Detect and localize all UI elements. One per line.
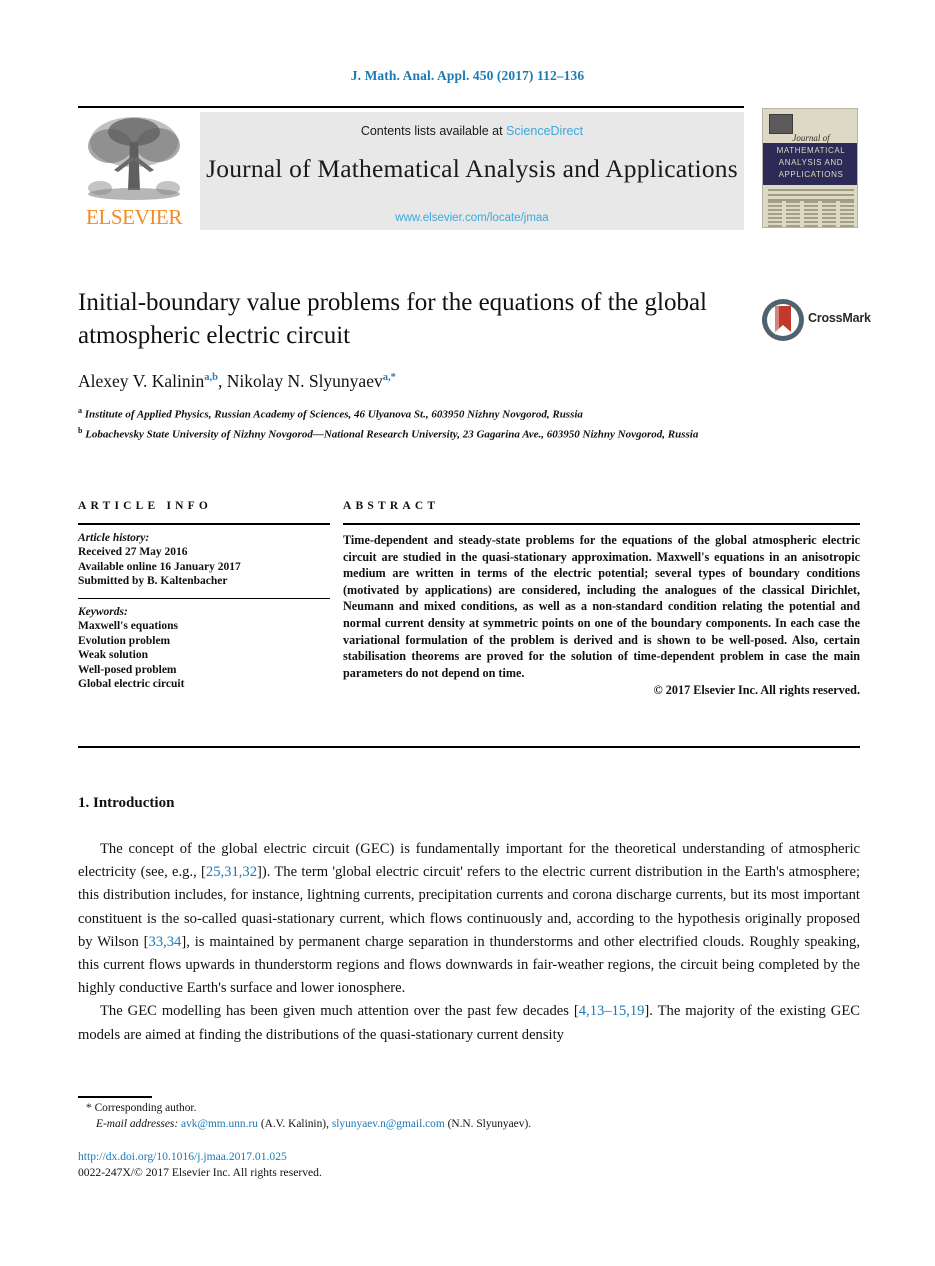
crossmark-icon [762, 299, 804, 341]
cover-band-line-2: ANALYSIS AND [778, 158, 844, 167]
journal-masthead: ELSEVIER Contents lists available at Sci… [78, 106, 858, 230]
elsevier-logo: ELSEVIER [80, 112, 188, 230]
elsevier-wordmark: ELSEVIER [86, 205, 182, 229]
keyword-item: Evolution problem [78, 634, 171, 647]
author-list: Alexey V. Kalinina,b, Nikolay N. Slyunya… [78, 371, 778, 392]
article-history-submitted: Submitted by B. Kaltenbacher [78, 575, 228, 587]
keywords-label: Keywords: [78, 606, 128, 618]
paragraph-2: The GEC modelling has been given much at… [78, 1000, 860, 1046]
email-link-1[interactable]: avk@mm.unn.ru [181, 1118, 258, 1130]
email-owner-2: (N.N. Slyunyaev). [447, 1117, 532, 1130]
citation-link[interactable]: 4,13–15,19 [579, 1003, 645, 1019]
footnotes: * Corresponding author. E-mail addresses… [78, 1101, 860, 1132]
abstract-heading: ABSTRACT [343, 500, 440, 512]
article-info-column: ARTICLE INFO Article history: Received 2… [78, 500, 330, 692]
imprint: http://dx.doi.org/10.1016/j.jmaa.2017.01… [78, 1149, 678, 1180]
masthead-top-rule [78, 106, 744, 108]
keywords-rule [78, 597, 330, 599]
corresponding-marker: * [86, 1102, 92, 1114]
cover-toc-columns [768, 201, 854, 227]
cover-band-line-3: APPLICATIONS [778, 170, 844, 179]
paragraph-1: The concept of the global electric circu… [78, 838, 860, 1000]
contents-available-line: Contents lists available at ScienceDirec… [200, 124, 744, 138]
crossmark-badge[interactable]: CrossMark [760, 297, 871, 345]
author-2-affiliation-marker[interactable]: a,* [383, 372, 396, 383]
affiliation-a-marker: a [78, 406, 82, 415]
body-text: The concept of the global electric circu… [78, 838, 860, 1047]
affiliation-a-text: Institute of Applied Physics, Russian Ac… [84, 408, 583, 421]
cover-publisher-mark [769, 114, 793, 134]
contents-prefix: Contents lists available at [360, 124, 507, 138]
doi-link[interactable]: http://dx.doi.org/10.1016/j.jmaa.2017.01… [78, 1149, 678, 1165]
abstract-text: Time-dependent and steady-state problems… [343, 533, 860, 680]
email-label: E-mail addresses: [96, 1117, 179, 1130]
author-1-affiliation-marker[interactable]: a,b [204, 372, 218, 383]
article-title: Initial-boundary value problems for the … [78, 289, 707, 349]
author-name-2: Nikolay N. Slyunyaev [226, 371, 383, 391]
article-history-available: Available online 16 January 2017 [78, 560, 241, 573]
affiliation-b: b Lobachevsky State University of Nizhny… [78, 424, 778, 442]
citation-link[interactable]: 33,34 [149, 934, 182, 950]
article-info-heading: ARTICLE INFO [78, 500, 213, 512]
affiliation-b-text: Lobachevsky State University of Nizhny N… [85, 428, 699, 441]
abstract-copyright: © 2017 Elsevier Inc. All rights reserved… [653, 683, 860, 698]
keyword-item: Maxwell's equations [78, 620, 178, 632]
crossmark-label: CrossMark [808, 311, 871, 325]
footnote-rule [78, 1096, 152, 1098]
section-divider-rule [78, 746, 860, 748]
journal-title: Journal of Mathematical Analysis and App… [206, 154, 738, 183]
title-block: Initial-boundary value problems for the … [78, 286, 738, 352]
article-info-rule [78, 523, 330, 525]
affiliation-a: a Institute of Applied Physics, Russian … [78, 404, 778, 422]
cover-band-line-1: MATHEMATICAL [776, 146, 846, 155]
cover-title-band: MATHEMATICAL ANALYSIS AND APPLICATIONS [763, 143, 857, 185]
journal-url-link[interactable]: www.elsevier.com/locate/jmaa [200, 212, 744, 224]
cover-script-word: Journal of [792, 133, 830, 143]
journal-cover-thumbnail[interactable]: Journal of MATHEMATICAL ANALYSIS AND APP… [762, 108, 858, 228]
para1-text-3: ], is maintained by permanent charge sep… [78, 933, 860, 997]
citation-link[interactable]: 25,31,32 [206, 864, 257, 880]
corresponding-text: Corresponding author. [94, 1102, 197, 1114]
affiliation-b-marker: b [78, 425, 83, 435]
para2-text-1: The GEC modelling has been given much at… [100, 1003, 579, 1020]
email-owner-1: (A.V. Kalinin), [260, 1117, 329, 1130]
article-history-label: Article history: [78, 532, 150, 544]
elsevier-tree-icon [84, 112, 184, 204]
article-first-page: J. Math. Anal. Appl. 450 (2017) 112–136 [0, 0, 935, 1266]
abstract-column: ABSTRACT Time-dependent and steady-state… [343, 500, 860, 699]
keyword-item: Global electric circuit [78, 678, 185, 690]
author-separator: , [217, 371, 227, 391]
keyword-item: Well-posed problem [78, 663, 177, 676]
sciencedirect-link[interactable]: ScienceDirect [506, 124, 583, 138]
affiliations: a Institute of Applied Physics, Russian … [78, 404, 778, 443]
author-name-1: Alexey V. Kalinin [78, 371, 205, 391]
keyword-item: Weak solution [78, 649, 148, 661]
section-heading-introduction: 1. Introduction [78, 795, 175, 811]
running-head: J. Math. Anal. Appl. 450 (2017) 112–136 [350, 68, 585, 83]
issn-copyright-line: 0022-247X/© 2017 Elsevier Inc. All right… [78, 1165, 322, 1179]
contents-banner: Contents lists available at ScienceDirec… [200, 112, 744, 230]
corresponding-author-note: * Corresponding author. [86, 1101, 860, 1117]
abstract-rule [343, 523, 860, 525]
article-history-received: Received 27 May 2016 [78, 546, 188, 558]
email-addresses-note: E-mail addresses: avk@mm.unn.ru (A.V. Ka… [96, 1117, 860, 1133]
email-link-2[interactable]: slyunyaev.n@gmail.com [332, 1118, 445, 1130]
